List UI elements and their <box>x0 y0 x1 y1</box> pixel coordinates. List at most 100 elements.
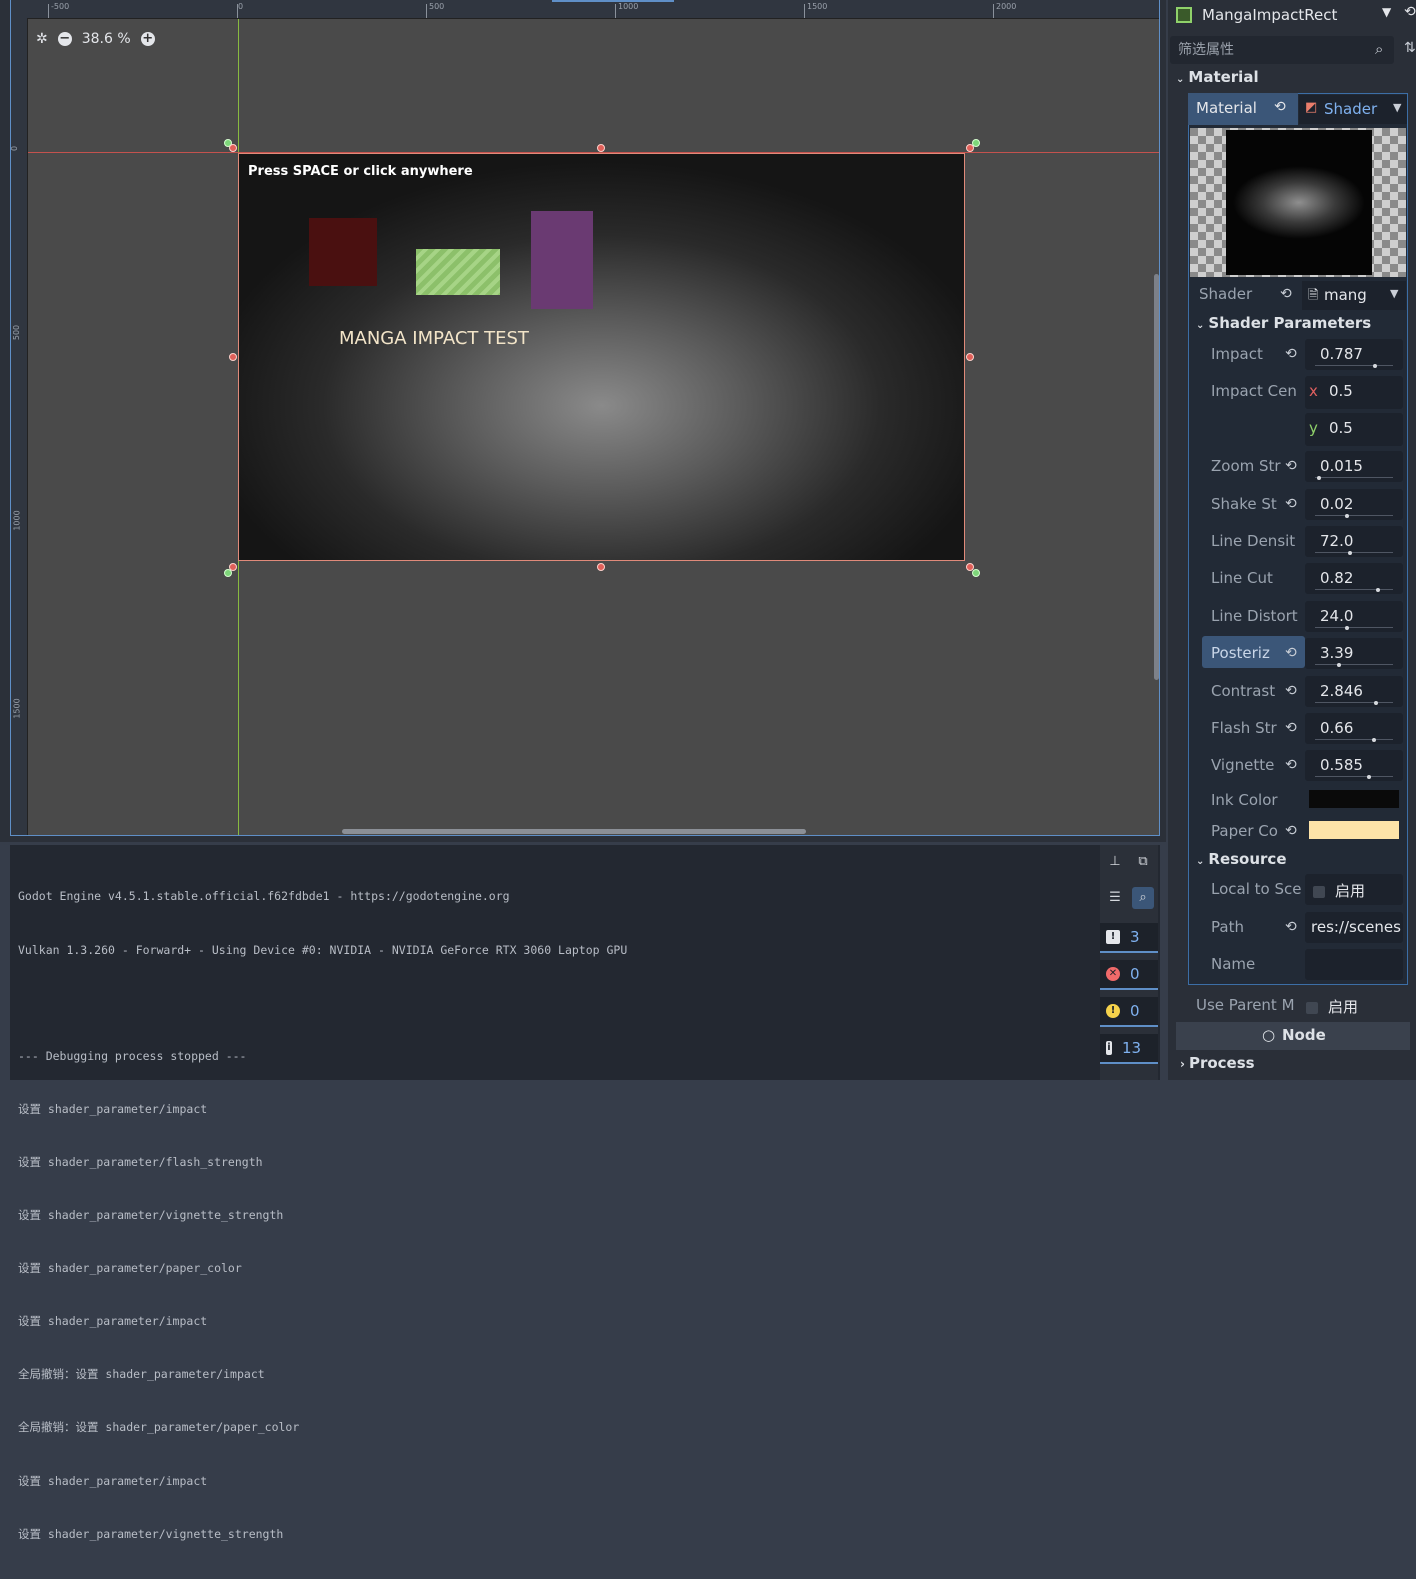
param-value-slider[interactable]: 2.846 <box>1305 676 1403 707</box>
ruler-label: 500 <box>429 2 445 11</box>
param-row-line-density[interactable]: Line Densit 72.0 <box>1190 524 1408 559</box>
resize-handle[interactable] <box>224 569 232 577</box>
copy-icon[interactable]: ⧉ <box>1132 851 1154 873</box>
reset-icon[interactable]: ⟲ <box>1285 823 1297 839</box>
zoom-out-button[interactable]: − <box>57 32 72 46</box>
param-value-slider[interactable]: 0.015 <box>1305 451 1403 482</box>
reset-icon[interactable]: ⟲ <box>1280 286 1292 302</box>
resize-handle[interactable] <box>597 144 605 152</box>
log-line: 设置 shader_parameter/impact <box>18 1101 208 1116</box>
param-row-contrast[interactable]: Contrast ⟲ 2.846 <box>1190 674 1408 709</box>
param-value-slider[interactable]: 0.787 <box>1305 339 1403 370</box>
reset-icon[interactable]: ⟲ <box>1285 720 1297 736</box>
manga-impact-rect[interactable]: Press SPACE or click anywhere MANGA IMPA… <box>238 153 965 561</box>
zoom-level[interactable]: 38.6 % <box>82 31 131 47</box>
reset-icon[interactable]: ⟲ <box>1274 99 1286 115</box>
paper-color-swatch[interactable] <box>1309 821 1399 839</box>
error-icon: ✕ <box>1106 967 1120 981</box>
resource-row-local-to-scene[interactable]: Local to Sce 启用 <box>1190 872 1408 907</box>
param-row-line-cut[interactable]: Line Cut 0.82 <box>1190 561 1408 596</box>
material-preview <box>1190 128 1406 277</box>
filter-properties-input[interactable]: 筛选属性 <box>1170 36 1394 64</box>
reset-icon[interactable]: ⟲ <box>1285 346 1297 362</box>
param-label: Paper Co <box>1211 822 1278 840</box>
vertical-scrollbar[interactable] <box>1154 274 1159 680</box>
resource-row-path[interactable]: Path ⟲ res://scenes <box>1190 910 1408 945</box>
center-view-icon[interactable]: ✲ <box>36 31 48 47</box>
param-label: Zoom Str <box>1211 457 1281 475</box>
resize-handle[interactable] <box>597 563 605 571</box>
output-panel: Godot Engine v4.5.1.stable.official.f62f… <box>10 845 1160 1541</box>
filter-messages-button[interactable]: ! 3 <box>1100 923 1158 953</box>
reset-icon[interactable]: ⟲ <box>1285 919 1297 935</box>
canvas-viewport[interactable]: -500 0 500 1000 1500 2000 0 500 1000 150… <box>0 0 1166 842</box>
shader-material-dropdown[interactable]: ◩ Shader ▼ <box>1299 95 1407 124</box>
name-input[interactable] <box>1305 949 1403 980</box>
reset-icon[interactable]: ⟲ <box>1285 683 1297 699</box>
node-selector[interactable]: MangaImpactRect ▼ ⟲ <box>1168 0 1416 30</box>
resize-handle[interactable] <box>972 139 980 147</box>
filter-lines-icon[interactable]: ☰ <box>1104 887 1126 909</box>
chevron-down-icon[interactable]: ▼ <box>1382 5 1391 19</box>
resize-handle[interactable] <box>229 144 237 152</box>
impact-center-y-field[interactable]: y 0.5 <box>1305 413 1403 446</box>
param-row-impact[interactable]: Impact ⟲ 0.787 <box>1190 337 1408 372</box>
material-property[interactable]: Material ⟲ <box>1188 93 1298 125</box>
section-material[interactable]: ⌄ Material <box>1176 68 1259 86</box>
param-value-slider[interactable]: 0.66 <box>1305 713 1403 744</box>
param-row-vignette[interactable]: Vignette ⟲ 0.585 <box>1190 748 1408 783</box>
param-label: Ink Color <box>1211 791 1278 809</box>
filter-warnings-button[interactable]: ! 0 <box>1100 997 1158 1027</box>
use-parent-material-checkbox[interactable]: 启用 <box>1306 996 1358 1017</box>
section-process[interactable]: › Process <box>1180 1054 1255 1072</box>
shader-resource-dropdown[interactable]: 🗎 mang ▼ <box>1302 281 1406 310</box>
search-icon[interactable]: ⌕ <box>1132 887 1154 909</box>
param-row-ink-color[interactable]: Ink Color <box>1190 783 1408 818</box>
param-label: Path <box>1211 918 1244 936</box>
param-row-paper-color[interactable]: Paper Co ⟲ <box>1190 814 1408 849</box>
resize-handle[interactable] <box>966 353 974 361</box>
log-line: Godot Engine v4.5.1.stable.official.f62f… <box>18 889 510 904</box>
param-row-zoom-strength[interactable]: Zoom Str ⟲ 0.015 <box>1190 449 1408 484</box>
param-value-slider[interactable]: 72.0 <box>1305 526 1403 557</box>
reset-icon[interactable]: ⟲ <box>1285 458 1297 474</box>
resize-handle[interactable] <box>229 353 237 361</box>
ink-color-swatch[interactable] <box>1309 790 1399 808</box>
param-value-slider[interactable]: 0.82 <box>1305 563 1403 594</box>
ruler-label: 1500 <box>12 698 22 719</box>
resource-row-name[interactable]: Name <box>1190 947 1408 982</box>
filter-errors-button[interactable]: ✕ 0 <box>1100 960 1158 990</box>
param-row-posterize[interactable]: Posteriz ⟲ 3.39 <box>1190 636 1408 671</box>
reset-icon[interactable]: ⟲ <box>1285 645 1297 661</box>
param-row-shake-strength[interactable]: Shake St ⟲ 0.02 <box>1190 487 1408 522</box>
param-value-slider[interactable]: 3.39 <box>1305 638 1403 669</box>
log-line: Vulkan 1.3.260 - Forward+ - Using Device… <box>18 942 628 957</box>
param-row-line-distort[interactable]: Line Distort 24.0 <box>1190 599 1408 634</box>
impact-center-x-field[interactable]: x 0.5 <box>1305 376 1403 409</box>
param-label: Shake St <box>1211 495 1277 513</box>
inspector-panel: MangaImpactRect ▼ ⟲ 筛选属性 ⌕ ⇅ ⌄ Material M… <box>1168 0 1416 1080</box>
preview-sphere <box>1226 130 1372 275</box>
filter-info-button[interactable]: i 13 <box>1100 1034 1158 1064</box>
local-to-scene-checkbox[interactable]: 启用 <box>1305 874 1403 905</box>
reset-icon[interactable]: ⟲ <box>1285 757 1297 773</box>
path-input[interactable]: res://scenes <box>1305 912 1403 943</box>
horizontal-scrollbar[interactable] <box>342 829 806 834</box>
param-value-slider[interactable]: 0.585 <box>1305 750 1403 781</box>
resize-handle[interactable] <box>972 569 980 577</box>
section-shader-parameters[interactable]: ⌄ Shader Parameters <box>1196 314 1371 332</box>
chevron-down-icon[interactable]: ▼ <box>1393 101 1401 114</box>
reset-icon[interactable]: ⟲ <box>1285 496 1297 512</box>
param-value-slider[interactable]: 0.02 <box>1305 489 1403 520</box>
history-icon[interactable]: ⟲ <box>1404 4 1416 20</box>
zoom-in-button[interactable]: + <box>140 32 155 46</box>
use-parent-material-row[interactable]: Use Parent M 启用 <box>1168 990 1416 1022</box>
ruler-label: 1000 <box>618 2 639 11</box>
clear-output-icon[interactable]: ⊥ <box>1104 851 1126 873</box>
section-node[interactable]: ○ Node <box>1176 1022 1410 1050</box>
param-row-flash-strength[interactable]: Flash Str ⟲ 0.66 <box>1190 711 1408 746</box>
param-value-slider[interactable]: 24.0 <box>1305 601 1403 632</box>
ruler-label: 0 <box>238 2 244 11</box>
sort-icon[interactable]: ⇅ <box>1404 40 1416 56</box>
section-resource[interactable]: ⌄ Resource <box>1196 850 1287 868</box>
